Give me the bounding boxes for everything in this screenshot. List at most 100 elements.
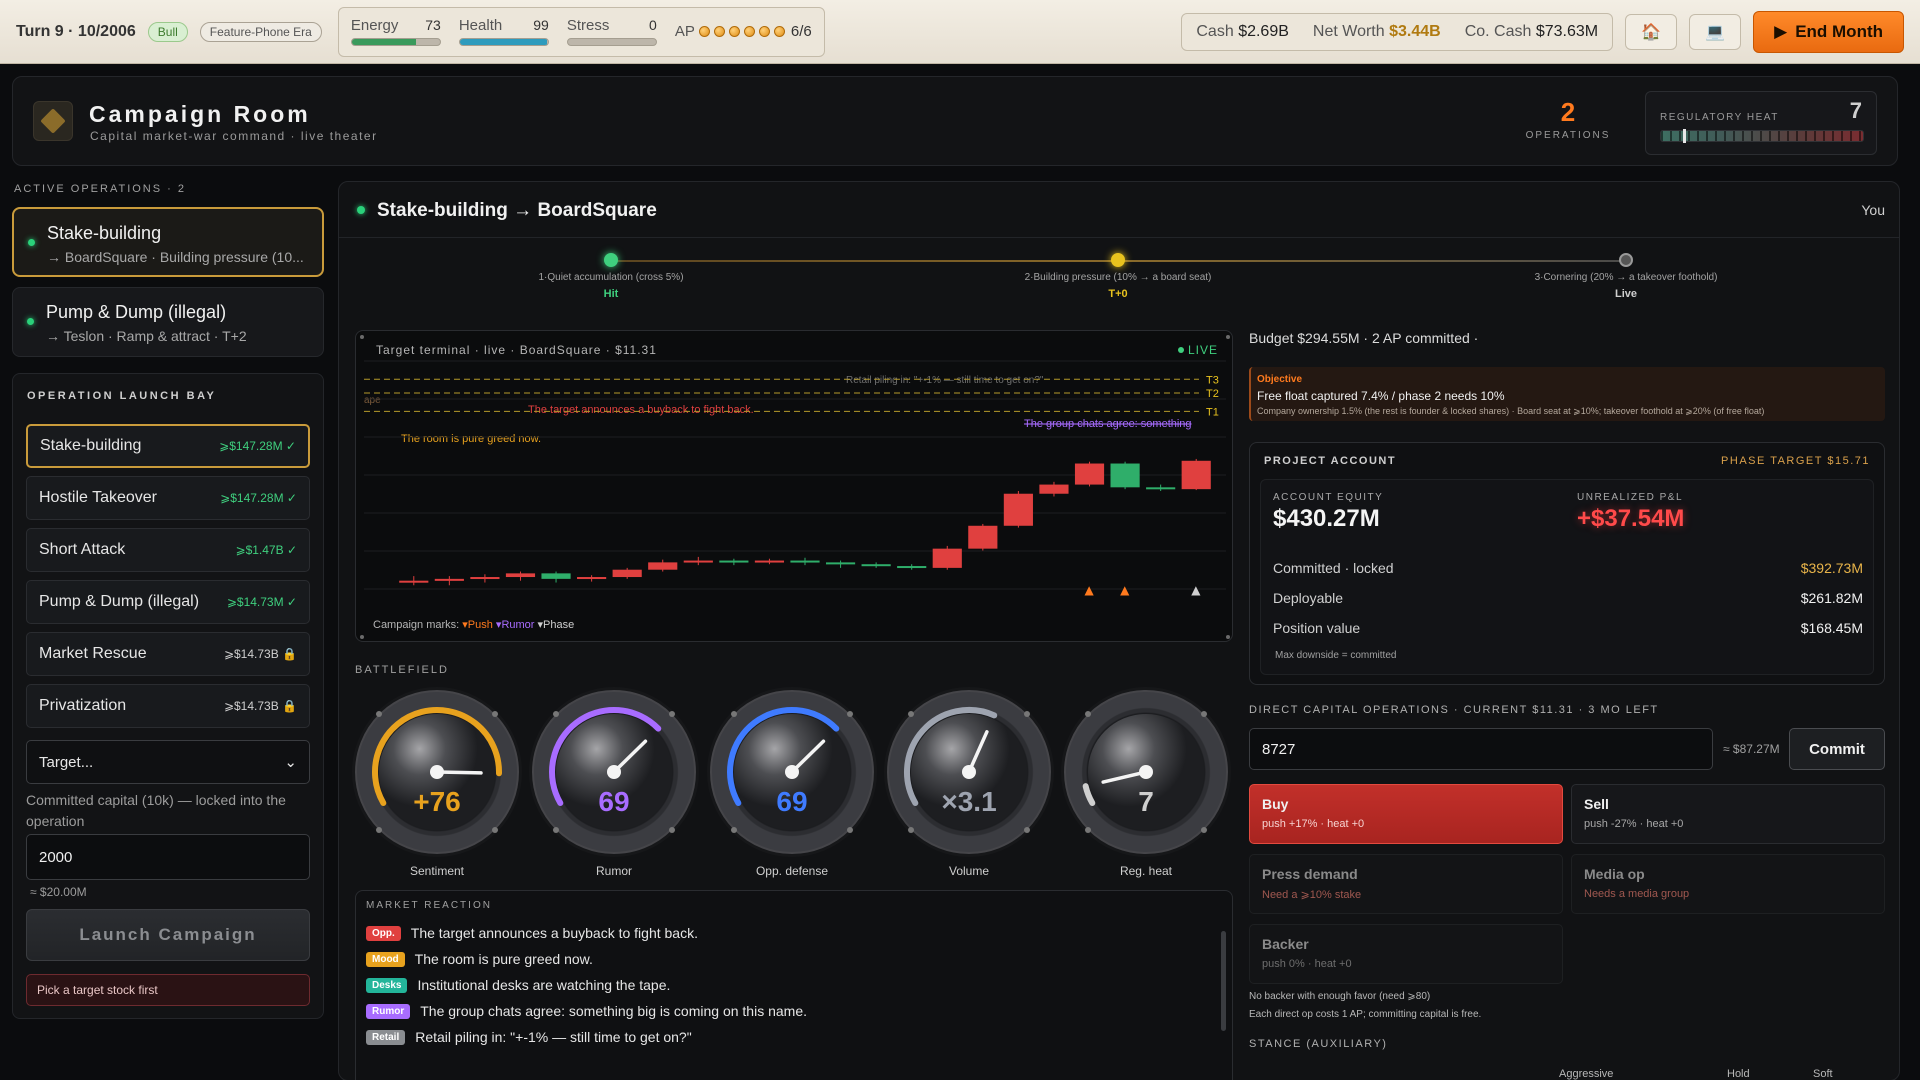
op-subtitle: → Teslon · Ramp & attract · T+2 xyxy=(46,328,247,344)
direct-ops-amount-input[interactable]: 8727 xyxy=(1249,728,1713,770)
gauge-caption: Opp. defense xyxy=(755,864,829,878)
gauge-value: ×3.1 xyxy=(941,786,997,817)
candle-body xyxy=(825,562,856,565)
candle-body xyxy=(541,573,571,579)
news-overlay: Retail piling in: "+-1% — still time to … xyxy=(846,375,1044,386)
gauge-value: +76 xyxy=(413,786,461,817)
phase-node xyxy=(1111,253,1125,267)
launch-campaign-button[interactable]: Launch Campaign xyxy=(26,909,310,961)
objective-panel: Objective Free float captured 7.4% / pha… xyxy=(1249,367,1885,421)
candle-body xyxy=(434,578,464,581)
candle-body xyxy=(648,562,678,570)
stance-option-aggressive[interactable]: Aggressive xyxy=(1559,1068,1613,1080)
home-icon: 🏠 xyxy=(1641,23,1662,41)
end-month-button[interactable]: ▶ End Month xyxy=(1753,10,1904,53)
capital-note: Committed capital (10k) — locked into th… xyxy=(26,792,286,829)
candle-body xyxy=(861,564,891,567)
capital-approx: ≈ $20.00M xyxy=(30,885,87,899)
operation-panel: Stake-building → BoardSquare You 1·Quiet… xyxy=(338,181,1900,1080)
capital-input[interactable]: 2000 xyxy=(26,834,310,880)
cash-label: Cash xyxy=(1196,22,1234,40)
regulatory-heat-panel: REGULATORY HEAT 7 xyxy=(1645,91,1877,155)
sell-button[interactable]: Sell push -27% · heat +0 xyxy=(1571,784,1885,844)
laptop-icon: 💻 xyxy=(1705,23,1726,41)
operation-title: Stake-building → BoardSquare xyxy=(377,200,657,221)
bay-item-cost: ⩾$147.28M ✓ xyxy=(220,491,297,505)
row-label: Position value xyxy=(1273,620,1361,636)
phase-status: T+0 xyxy=(1108,288,1128,300)
phase-label: 1·Quiet accumulation (cross 5%) xyxy=(538,272,684,283)
stress-bar xyxy=(566,38,657,46)
max-downside-note: Max downside = committed xyxy=(1275,650,1397,661)
heat-value: 7 xyxy=(1849,98,1862,123)
account-equity: ACCOUNT EQUITY $430.27M xyxy=(1273,492,1383,533)
media-op-button[interactable]: Media op Needs a media group xyxy=(1571,854,1885,914)
candle-body xyxy=(612,569,642,578)
stance-option-soft[interactable]: Soft xyxy=(1813,1068,1833,1080)
reaction-tag: Mood xyxy=(366,951,405,967)
page-subtitle: Capital market-war command · live theate… xyxy=(90,129,378,143)
home-button[interactable]: 🏠 xyxy=(1625,13,1678,50)
candle-body xyxy=(683,560,713,563)
bay-item-short-attack[interactable]: Short Attack ⩾$1.47B ✓ xyxy=(26,528,310,572)
bay-item-stake-building[interactable]: Stake-building ⩾$147.28M ✓ xyxy=(26,424,310,468)
candle-body xyxy=(1039,484,1069,494)
op-name: Press demand xyxy=(1262,866,1358,882)
candle-body xyxy=(1110,463,1140,488)
phase-label: 3·Cornering (20% → a takeover foothold) xyxy=(1534,272,1718,283)
era-badge: Feature-Phone Era xyxy=(199,21,322,42)
reaction-text: The group chats agree: something big is … xyxy=(420,1003,808,1019)
ap-cost-note: Each direct op costs 1 AP; committing ca… xyxy=(1249,1009,1482,1020)
ap-coin-icon xyxy=(713,26,725,37)
reaction-item: Mood The room is pure greed now. xyxy=(366,951,593,967)
screw-icon xyxy=(1226,335,1230,339)
direct-ops-approx: ≈ $87.27M xyxy=(1723,742,1780,756)
energy-value: 73 xyxy=(425,17,441,33)
turn-label: Turn 9 · 10/2006 xyxy=(16,22,136,40)
ap-coin-icon xyxy=(773,26,785,37)
scrollbar[interactable] xyxy=(1221,931,1226,1031)
laptop-button[interactable]: 💻 xyxy=(1689,13,1742,50)
phase-status: Live xyxy=(1614,288,1637,300)
bay-item-market-rescue[interactable]: Market Rescue ⩾$14.73B 🔒 xyxy=(26,632,310,676)
heat-label: REGULATORY HEAT xyxy=(1660,112,1779,123)
reaction-tag: Rumor xyxy=(366,1003,411,1019)
active-op-card[interactable]: Stake-building → BoardSquare · Building … xyxy=(12,207,324,277)
op-effect: push 0% · heat +0 xyxy=(1262,958,1352,970)
candle-body xyxy=(1074,463,1105,485)
bay-item-hostile-takeover[interactable]: Hostile Takeover ⩾$147.28M ✓ xyxy=(26,476,310,520)
target-select-value: Target... xyxy=(39,753,94,771)
operations-label: OPERATIONS xyxy=(1525,130,1611,141)
news-overlay: The group chats agree: something xyxy=(1024,418,1192,430)
stress-stat: Stress 0 xyxy=(566,17,657,46)
bay-item-privatization[interactable]: Privatization ⩾$14.73B 🔒 xyxy=(26,684,310,728)
commit-button[interactable]: Commit xyxy=(1789,728,1885,770)
ap-coin-icon xyxy=(698,26,710,37)
screw-icon xyxy=(360,335,364,339)
campaign-logo-icon xyxy=(33,101,73,141)
bay-item-name: Stake-building xyxy=(40,437,142,454)
bay-item-pump-dump[interactable]: Pump & Dump (illegal) ⩾$14.73M ✓ xyxy=(26,580,310,624)
press-demand-button[interactable]: Press demand Need a ⩾10% stake xyxy=(1249,854,1563,914)
op-subtitle: → BoardSquare · Building pressure (10... xyxy=(47,249,304,265)
live-dot-icon xyxy=(357,206,365,214)
backer-button[interactable]: Backer push 0% · heat +0 xyxy=(1249,924,1563,984)
active-op-card[interactable]: Pump & Dump (illegal) → Teslon · Ramp & … xyxy=(12,287,324,357)
buy-button[interactable]: Buy push +17% · heat +0 xyxy=(1249,784,1563,844)
active-operations-label: ACTIVE OPERATIONS · 2 xyxy=(14,183,186,195)
ap-coin-icon xyxy=(758,26,770,37)
stress-label: Stress xyxy=(566,17,610,34)
candle-body xyxy=(1146,487,1176,490)
candle-body xyxy=(577,577,607,580)
gauge-rumor: 69 Rumor xyxy=(532,690,696,878)
phase-label: 2·Building pressure (10% → a board seat) xyxy=(1024,272,1212,283)
news-overlay: The room is pure greed now. xyxy=(401,433,541,445)
target-select[interactable]: Target... ⌄ xyxy=(26,740,310,784)
gauge-sentiment: +76 Sentiment xyxy=(355,690,519,878)
candle-body xyxy=(470,577,500,580)
networth-label: Net Worth xyxy=(1312,22,1385,40)
candle-body xyxy=(754,560,785,563)
reaction-item: Opp. The target announces a buyback to fi… xyxy=(366,925,698,941)
phase-target: PHASE TARGET $15.71 xyxy=(1721,455,1870,467)
stance-option-hold[interactable]: Hold xyxy=(1727,1068,1750,1080)
